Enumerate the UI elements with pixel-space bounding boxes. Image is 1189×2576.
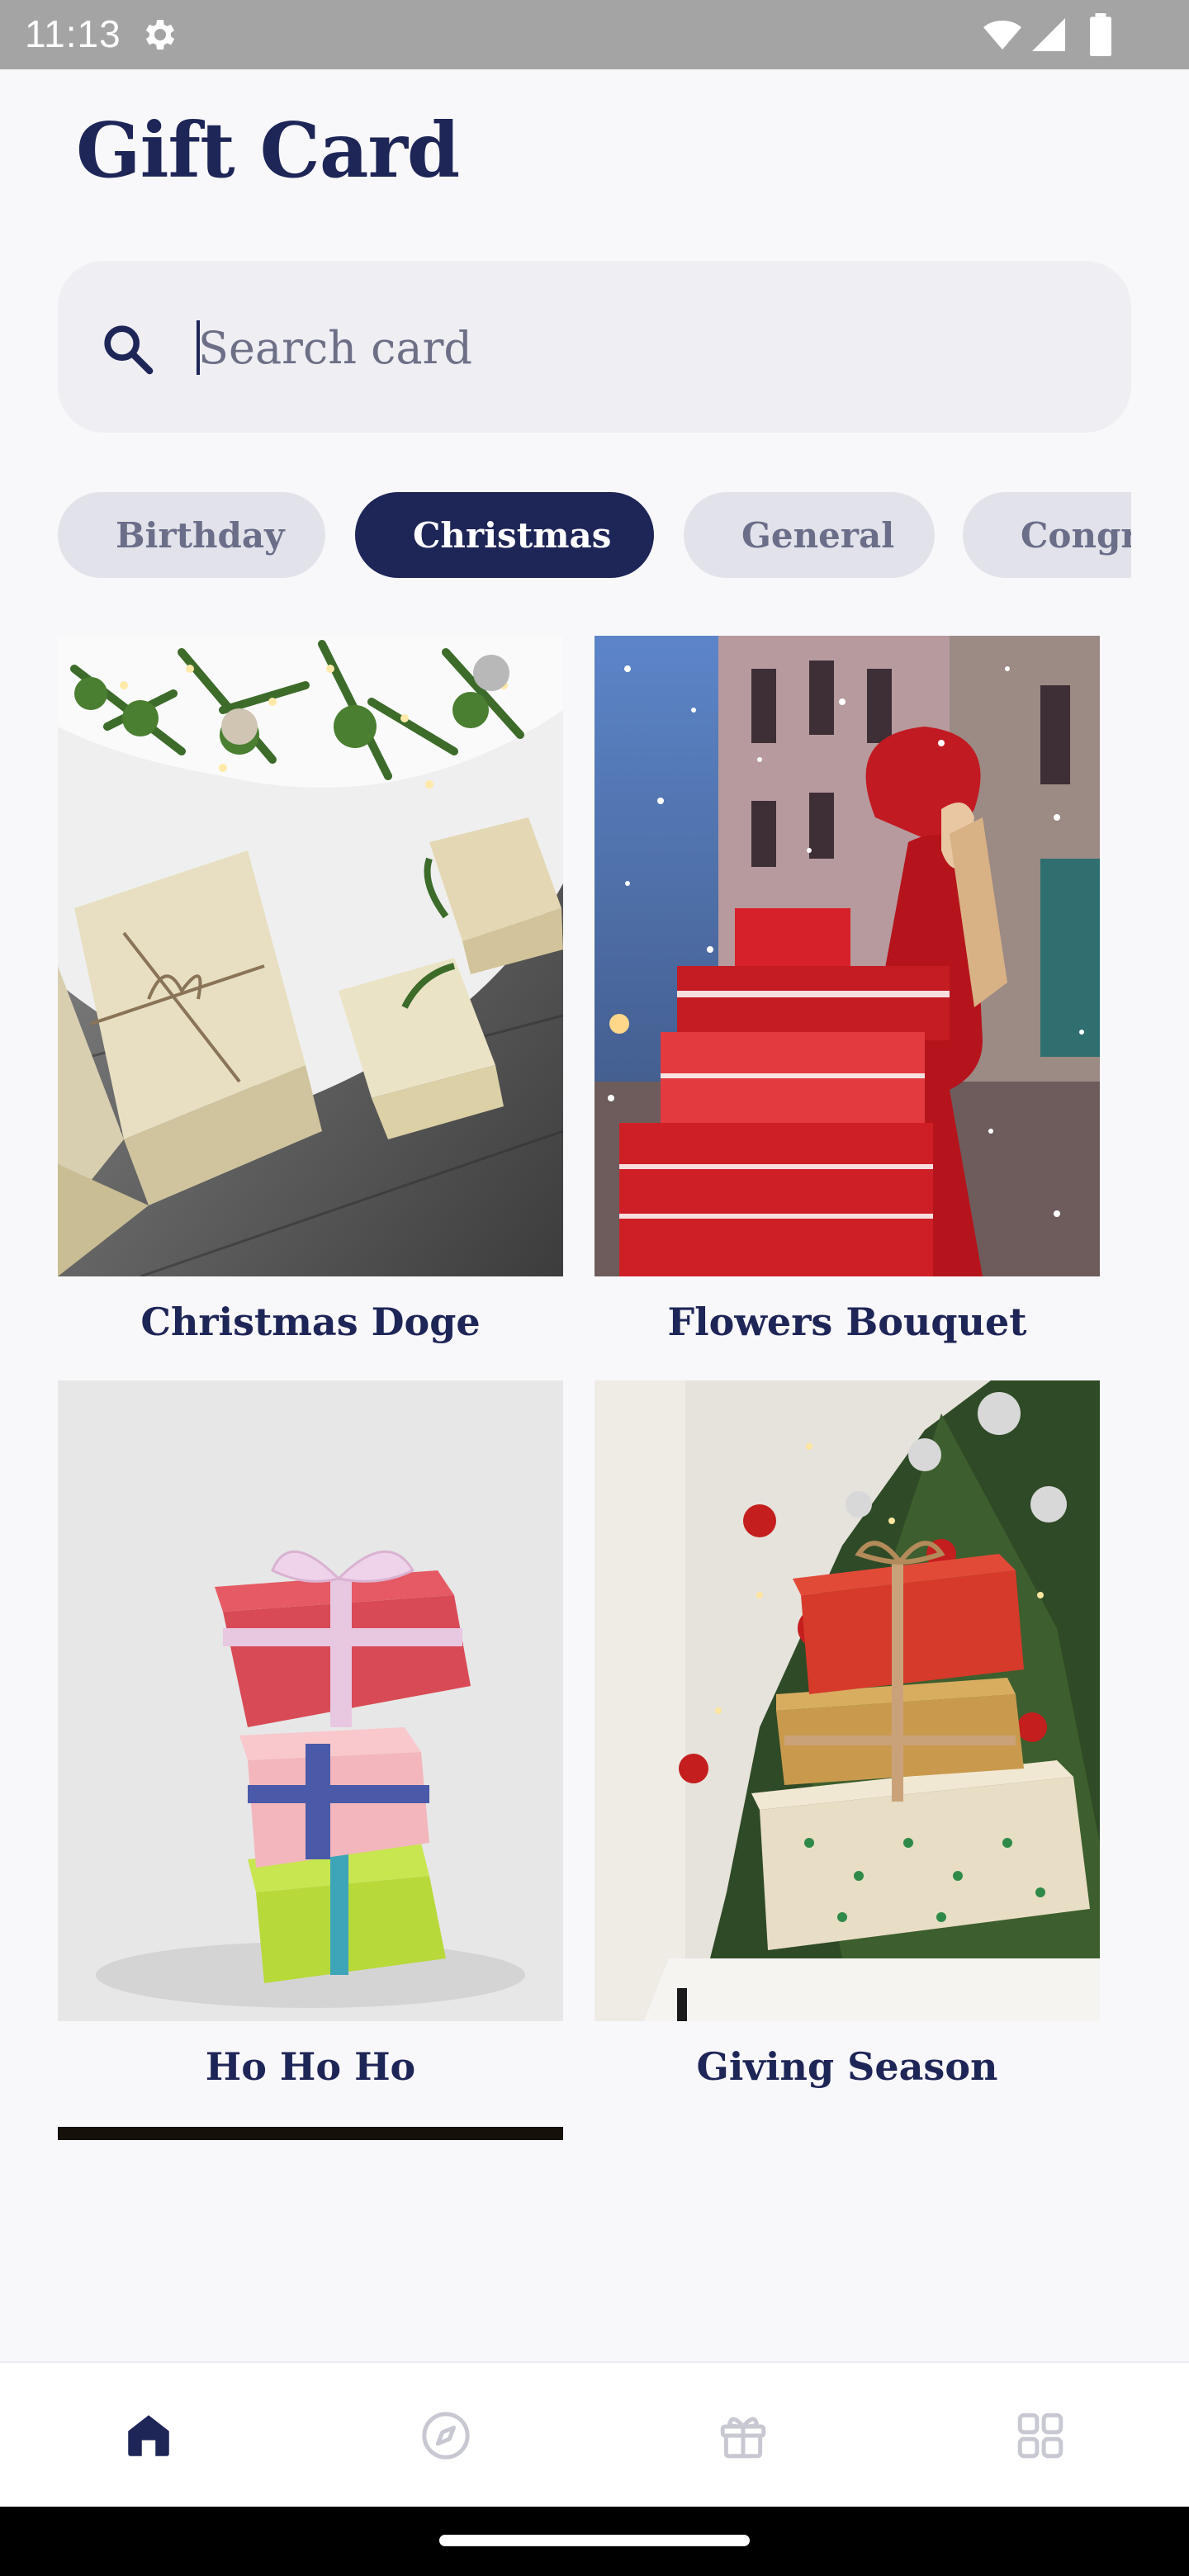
chip-label: Christmas <box>413 514 612 556</box>
wifi-icon <box>983 21 1021 50</box>
status-bar: 11:13 <box>0 0 1189 69</box>
search-icon <box>104 325 154 375</box>
gift-card-item[interactable]: Ho Ho Ho <box>58 1380 563 2089</box>
chip-label: Congra <box>1021 514 1131 556</box>
chip-label: Birthday <box>116 514 285 556</box>
chip-label: General <box>741 514 895 556</box>
gift-card-item[interactable]: Flowers Bouquet <box>594 636 1100 1344</box>
chip-birthday[interactable]: Birthday <box>58 492 325 578</box>
chip-general[interactable]: General <box>684 492 935 578</box>
nav-explore[interactable] <box>297 2363 594 2508</box>
status-time: 11:13 <box>25 12 121 55</box>
page-title: Gift Card <box>76 106 460 195</box>
gift-card-item[interactable]: Christmas Doge <box>58 636 563 1344</box>
compass-icon <box>422 2412 470 2460</box>
gift-icon <box>720 2417 766 2459</box>
category-chips: Birthday Christmas General Congra <box>58 492 1131 580</box>
search-bar[interactable] <box>58 261 1131 433</box>
bottom-navigation <box>0 2361 1189 2508</box>
grid-icon <box>1017 2413 1063 2459</box>
signal-icon <box>1032 18 1065 51</box>
battery-icon <box>1090 13 1111 56</box>
card-image[interactable] <box>58 1380 563 2021</box>
card-title: Giving Season <box>696 2044 998 2089</box>
nav-gifts[interactable] <box>594 2363 892 2508</box>
card-image[interactable] <box>58 636 563 1276</box>
chip-christmas[interactable]: Christmas <box>355 492 654 578</box>
nav-home[interactable] <box>0 2363 297 2508</box>
home-gesture-handle[interactable] <box>439 2535 750 2546</box>
chip-congratulations[interactable]: Congra <box>963 492 1131 578</box>
nav-more[interactable] <box>892 2363 1189 2508</box>
search-input[interactable] <box>197 307 1075 388</box>
home-icon <box>128 2415 169 2456</box>
card-title: Ho Ho Ho <box>205 2044 416 2089</box>
gift-card-item[interactable]: Giving Season <box>594 1380 1100 2089</box>
card-image[interactable] <box>594 636 1100 1276</box>
gift-card-item[interactable] <box>58 2127 563 2140</box>
card-image[interactable] <box>594 1380 1100 2021</box>
card-title: Flowers Bouquet <box>667 1300 1027 1344</box>
gesture-navigation-bar <box>0 2507 1189 2576</box>
gear-icon <box>145 20 175 50</box>
card-title: Christmas Doge <box>140 1300 481 1344</box>
